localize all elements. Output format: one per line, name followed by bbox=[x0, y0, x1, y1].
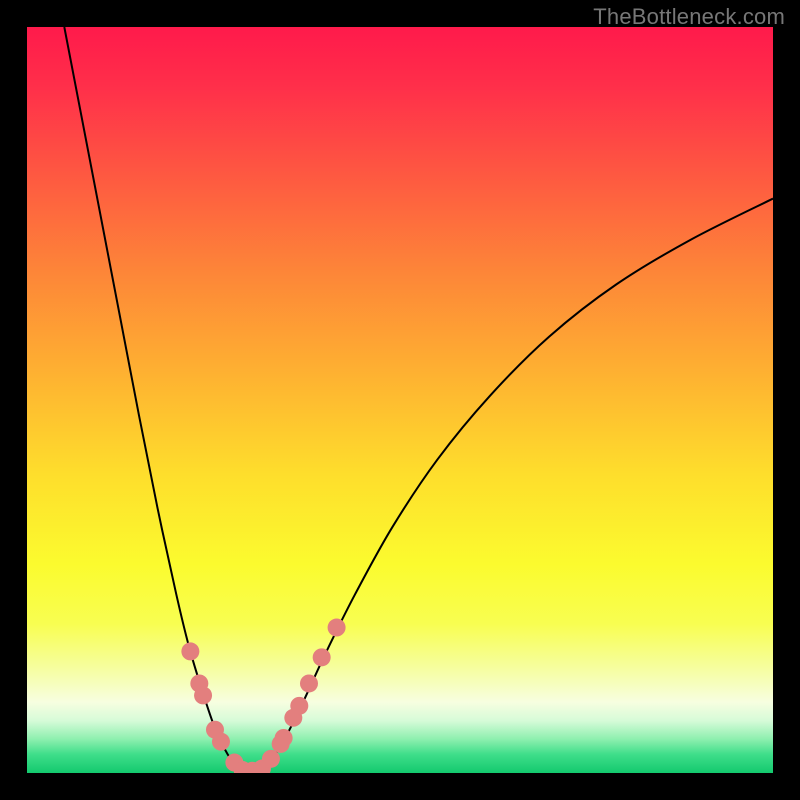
watermark-text: TheBottleneck.com bbox=[593, 4, 785, 30]
plot-area bbox=[27, 27, 773, 773]
data-marker bbox=[212, 733, 230, 751]
data-marker bbox=[194, 686, 212, 704]
data-marker bbox=[290, 697, 308, 715]
data-marker bbox=[275, 729, 293, 747]
chart-svg bbox=[27, 27, 773, 773]
data-marker bbox=[300, 674, 318, 692]
background-rect bbox=[27, 27, 773, 773]
data-marker bbox=[262, 750, 280, 768]
data-marker bbox=[313, 648, 331, 666]
data-marker bbox=[328, 619, 346, 637]
data-marker bbox=[181, 642, 199, 660]
chart-frame: TheBottleneck.com bbox=[0, 0, 800, 800]
